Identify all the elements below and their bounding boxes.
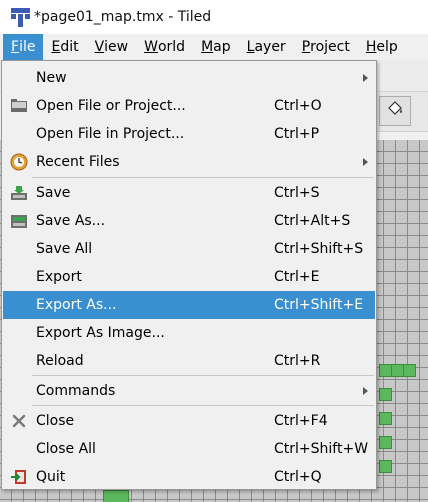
- menu-help-mnemonic: H: [365, 39, 377, 55]
- menu-item-label: Open File in Project...: [36, 126, 185, 142]
- menu-separator: [32, 405, 374, 406]
- submenu-arrow-icon: [363, 387, 368, 395]
- menu-item-close-all[interactable]: Close All Ctrl+Shift+W: [3, 435, 375, 463]
- menu-item-label: Commands: [36, 383, 116, 399]
- map-tile: [391, 364, 404, 377]
- menu-item-label: Reload: [36, 353, 84, 369]
- menu-item-shortcut: Ctrl+Shift+E: [274, 297, 364, 313]
- menu-item-label: Save: [36, 185, 71, 201]
- menu-project-mnemonic: P: [301, 39, 311, 55]
- menu-project[interactable]: Project: [294, 34, 358, 60]
- menu-layer[interactable]: Layer: [239, 34, 294, 60]
- menu-item-save-all[interactable]: Save All Ctrl+Shift+S: [3, 235, 375, 263]
- menu-item-shortcut: Ctrl+Alt+S: [274, 213, 351, 229]
- menu-item-label: Close: [36, 413, 75, 429]
- menu-item-shortcut: Ctrl+Q: [274, 469, 322, 485]
- menu-help[interactable]: Help: [358, 34, 406, 60]
- bucket-fill-tool-button[interactable]: [379, 96, 411, 126]
- menu-view-rest: iew: [104, 39, 129, 55]
- menu-map[interactable]: Map: [193, 34, 239, 60]
- menu-item-label: Export As Image...: [36, 325, 165, 341]
- menu-layer-rest: ayer: [254, 39, 286, 55]
- recent-files-icon: [10, 153, 28, 171]
- map-tile: [379, 412, 392, 425]
- menu-item-shortcut: Ctrl+O: [274, 98, 322, 114]
- quit-icon: [10, 468, 28, 486]
- menu-help-rest: elp: [376, 39, 398, 55]
- menu-item-label: Save All: [36, 241, 93, 257]
- map-tile: [379, 436, 392, 449]
- menu-edit[interactable]: Edit: [43, 34, 86, 60]
- menu-edit-rest: dit: [60, 39, 79, 55]
- close-icon: [10, 412, 28, 430]
- menu-item-label: Recent Files: [36, 154, 120, 170]
- map-tile: [403, 364, 416, 377]
- menu-file-label: F: [11, 39, 20, 55]
- menu-layer-mnemonic: L: [246, 39, 255, 55]
- menu-view-mnemonic: V: [94, 39, 105, 55]
- menu-view[interactable]: View: [87, 34, 137, 60]
- menu-item-new[interactable]: New: [3, 64, 375, 92]
- menu-world[interactable]: World: [136, 34, 193, 60]
- menu-item-shortcut: Ctrl+F4: [274, 413, 328, 429]
- save-as-icon: [10, 212, 28, 230]
- submenu-arrow-icon: [363, 158, 368, 166]
- menu-item-save[interactable]: Save Ctrl+S: [3, 179, 375, 207]
- map-tile: [379, 388, 392, 401]
- menu-world-rest: orld: [157, 39, 186, 55]
- menu-map-mnemonic: M: [201, 39, 214, 55]
- open-folder-icon: [10, 97, 28, 115]
- menu-item-shortcut: Ctrl+P: [274, 126, 320, 142]
- menu-item-label: Open File or Project...: [36, 98, 186, 114]
- window-title: *page01_map.tmx - Tiled: [34, 9, 212, 25]
- menu-separator: [32, 177, 374, 178]
- menu-item-shortcut: Ctrl+E: [274, 269, 320, 285]
- menu-separator: [32, 375, 374, 376]
- menu-item-reload[interactable]: Reload Ctrl+R: [3, 347, 375, 375]
- menu-item-shortcut: Ctrl+Shift+S: [274, 241, 364, 257]
- menu-item-label: Save As...: [36, 213, 106, 229]
- menu-bar: File Edit View World Map Layer Project H…: [0, 34, 428, 60]
- menu-item-close[interactable]: Close Ctrl+F4: [3, 407, 375, 435]
- menu-item-commands[interactable]: Commands: [3, 377, 375, 405]
- map-tile: [379, 364, 392, 377]
- menu-project-rest: roject: [310, 39, 350, 55]
- map-tile: [379, 460, 392, 473]
- menu-item-export[interactable]: Export Ctrl+E: [3, 263, 375, 291]
- menu-item-label: Export As...: [36, 297, 117, 313]
- bucket-fill-icon: [386, 100, 404, 122]
- menu-item-shortcut: Ctrl+S: [274, 185, 320, 201]
- menu-item-export-as[interactable]: Export As... Ctrl+Shift+E: [3, 291, 375, 319]
- menu-item-save-as[interactable]: Save As... Ctrl+Alt+S: [3, 207, 375, 235]
- file-menu-dropdown: New Open File or Project... Ctrl+O Open …: [1, 60, 377, 490]
- menu-item-label: Export: [36, 269, 82, 285]
- menu-map-rest: ap: [213, 39, 231, 55]
- menu-file[interactable]: File: [3, 34, 44, 60]
- menu-item-label: Close All: [36, 441, 96, 457]
- menu-item-open-file-in-project[interactable]: Open File in Project... Ctrl+P: [3, 120, 375, 148]
- menu-item-shortcut: Ctrl+Shift+W: [274, 441, 369, 457]
- menu-item-recent-files[interactable]: Recent Files: [3, 148, 375, 176]
- menu-item-label: New: [36, 70, 67, 86]
- menu-item-quit[interactable]: Quit Ctrl+Q: [3, 463, 375, 491]
- menu-item-shortcut: Ctrl+R: [274, 353, 321, 369]
- menu-item-label: Quit: [36, 469, 66, 485]
- title-bar: *page01_map.tmx - Tiled: [0, 0, 428, 34]
- menu-item-open-file-or-project[interactable]: Open File or Project... Ctrl+O: [3, 92, 375, 120]
- save-icon: [10, 184, 28, 202]
- map-tile: [103, 490, 129, 502]
- menu-item-export-as-image[interactable]: Export As Image...: [3, 319, 375, 347]
- menu-file-label-rest: ile: [19, 39, 36, 55]
- submenu-arrow-icon: [363, 74, 368, 82]
- tiled-app-icon: [11, 7, 30, 27]
- menu-edit-mnemonic: E: [51, 39, 61, 55]
- menu-world-mnemonic: W: [144, 39, 158, 55]
